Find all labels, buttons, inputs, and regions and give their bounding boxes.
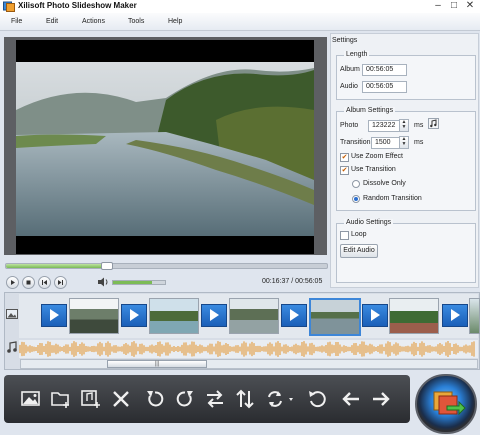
use-transition-checkbox[interactable]: ✔ bbox=[340, 166, 349, 175]
seek-bar[interactable] bbox=[5, 262, 328, 270]
window-title: Xilisoft Photo Slideshow Maker bbox=[18, 1, 137, 10]
transition-duration-label: Transition bbox=[340, 139, 371, 146]
app-icon bbox=[3, 1, 15, 12]
photo-thumbnail[interactable] bbox=[229, 298, 279, 334]
dissolve-only-label: Dissolve Only bbox=[363, 180, 406, 187]
album-length-label: Album bbox=[340, 66, 360, 73]
rotate-right-icon[interactable] bbox=[174, 388, 196, 410]
move-right-icon[interactable] bbox=[370, 388, 392, 410]
photo-duration-field[interactable]: 123222 bbox=[368, 120, 401, 132]
zoom-effect-label: Use Zoom Effect bbox=[351, 153, 404, 160]
photo-thumbnail[interactable] bbox=[149, 298, 199, 334]
undo-icon[interactable] bbox=[306, 388, 328, 410]
play-icon bbox=[11, 280, 15, 285]
close-button[interactable]: ✕ bbox=[462, 0, 478, 12]
next-button[interactable] bbox=[54, 276, 67, 289]
maximize-button[interactable]: □ bbox=[446, 0, 462, 12]
random-transition-label: Random Transition bbox=[363, 195, 422, 202]
add-photo-icon[interactable] bbox=[20, 388, 42, 410]
seek-progress bbox=[6, 264, 106, 268]
photo-duration-unit: ms bbox=[414, 122, 424, 129]
time-readout: 00:16:37 / 00:56:05 bbox=[262, 278, 322, 285]
menu-file[interactable]: File bbox=[11, 13, 22, 30]
transition-marker[interactable] bbox=[41, 304, 67, 327]
rotate-left-icon[interactable] bbox=[144, 388, 166, 410]
volume-icon[interactable] bbox=[97, 277, 109, 287]
settings-title: Settings bbox=[332, 37, 358, 44]
photo-thumbnail[interactable] bbox=[389, 298, 439, 334]
transition-duration-unit: ms bbox=[414, 139, 424, 146]
menu-edit[interactable]: Edit bbox=[46, 13, 58, 30]
menu-tools[interactable]: Tools bbox=[128, 13, 144, 30]
dissolve-only-radio[interactable] bbox=[352, 180, 360, 188]
transition-duration-stepper[interactable]: ▲ ▼ bbox=[399, 136, 409, 149]
previous-button[interactable] bbox=[38, 276, 51, 289]
waveform-bars bbox=[19, 341, 475, 357]
export-icon bbox=[433, 391, 466, 416]
length-group-title: Length bbox=[344, 51, 370, 58]
transition-marker[interactable] bbox=[121, 304, 147, 327]
minimize-button[interactable]: – bbox=[430, 0, 446, 12]
audio-length-label: Audio bbox=[340, 83, 358, 90]
menu-actions[interactable]: Actions bbox=[82, 13, 105, 30]
audio-settings-title: Audio Settings bbox=[344, 219, 394, 226]
photo-thumbnail[interactable] bbox=[469, 298, 480, 334]
transition-icon[interactable] bbox=[264, 388, 298, 410]
transition-duration-field[interactable]: 1500 bbox=[371, 137, 401, 149]
swap-vertical-icon[interactable] bbox=[234, 388, 256, 410]
current-time: 00:16:37 bbox=[262, 278, 290, 285]
add-music-icon[interactable] bbox=[80, 388, 102, 410]
audio-waveform bbox=[19, 341, 475, 357]
menu-help[interactable]: Help bbox=[168, 13, 182, 30]
menu-bar bbox=[0, 13, 480, 31]
transition-marker[interactable] bbox=[281, 304, 307, 327]
total-time: 00:56:05 bbox=[295, 278, 323, 285]
previous-icon bbox=[42, 280, 47, 285]
add-folder-icon[interactable] bbox=[50, 388, 72, 410]
photo-duration-stepper[interactable]: ▲ ▼ bbox=[399, 119, 409, 132]
photo-duration-label: Photo bbox=[340, 122, 359, 129]
preview-image bbox=[16, 40, 314, 254]
transition-marker[interactable] bbox=[442, 304, 468, 327]
audio-track[interactable] bbox=[19, 340, 478, 358]
stop-icon bbox=[26, 280, 31, 285]
length-group bbox=[336, 55, 476, 100]
volume-level bbox=[113, 281, 152, 284]
random-transition-radio[interactable] bbox=[352, 195, 360, 203]
volume-slider[interactable] bbox=[112, 280, 166, 285]
loop-checkbox[interactable] bbox=[340, 231, 349, 240]
album-settings-title: Album Settings bbox=[344, 107, 396, 114]
seek-handle[interactable] bbox=[100, 262, 113, 270]
video-preview bbox=[16, 40, 314, 254]
edit-audio-button[interactable]: Edit Audio bbox=[340, 244, 378, 258]
play-button[interactable] bbox=[6, 276, 19, 289]
loop-label: Loop bbox=[351, 231, 367, 238]
transition-marker[interactable] bbox=[362, 304, 388, 327]
audio-length-field[interactable]: 00:56:05 bbox=[362, 81, 407, 93]
use-transition-label: Use Transition bbox=[351, 166, 396, 173]
delete-icon[interactable] bbox=[110, 388, 132, 410]
move-left-icon[interactable] bbox=[340, 388, 362, 410]
next-icon bbox=[58, 280, 63, 285]
zoom-effect-checkbox[interactable]: ✔ bbox=[340, 153, 349, 162]
photo-track-icon bbox=[6, 309, 18, 319]
photo-thumbnail-selected[interactable] bbox=[309, 298, 361, 336]
stop-button[interactable] bbox=[22, 276, 35, 289]
audio-track-icon bbox=[7, 341, 17, 353]
music-note-icon[interactable] bbox=[428, 118, 439, 129]
timeline-scrollbar[interactable]: ||| bbox=[20, 359, 478, 369]
timeline-scroll-thumb[interactable]: ||| bbox=[107, 360, 207, 368]
transition-marker[interactable] bbox=[201, 304, 227, 327]
album-length-field[interactable]: 00:56:05 bbox=[362, 64, 407, 76]
export-button[interactable] bbox=[415, 374, 477, 434]
photo-thumbnail[interactable] bbox=[69, 298, 119, 334]
swap-horizontal-icon[interactable] bbox=[204, 388, 226, 410]
